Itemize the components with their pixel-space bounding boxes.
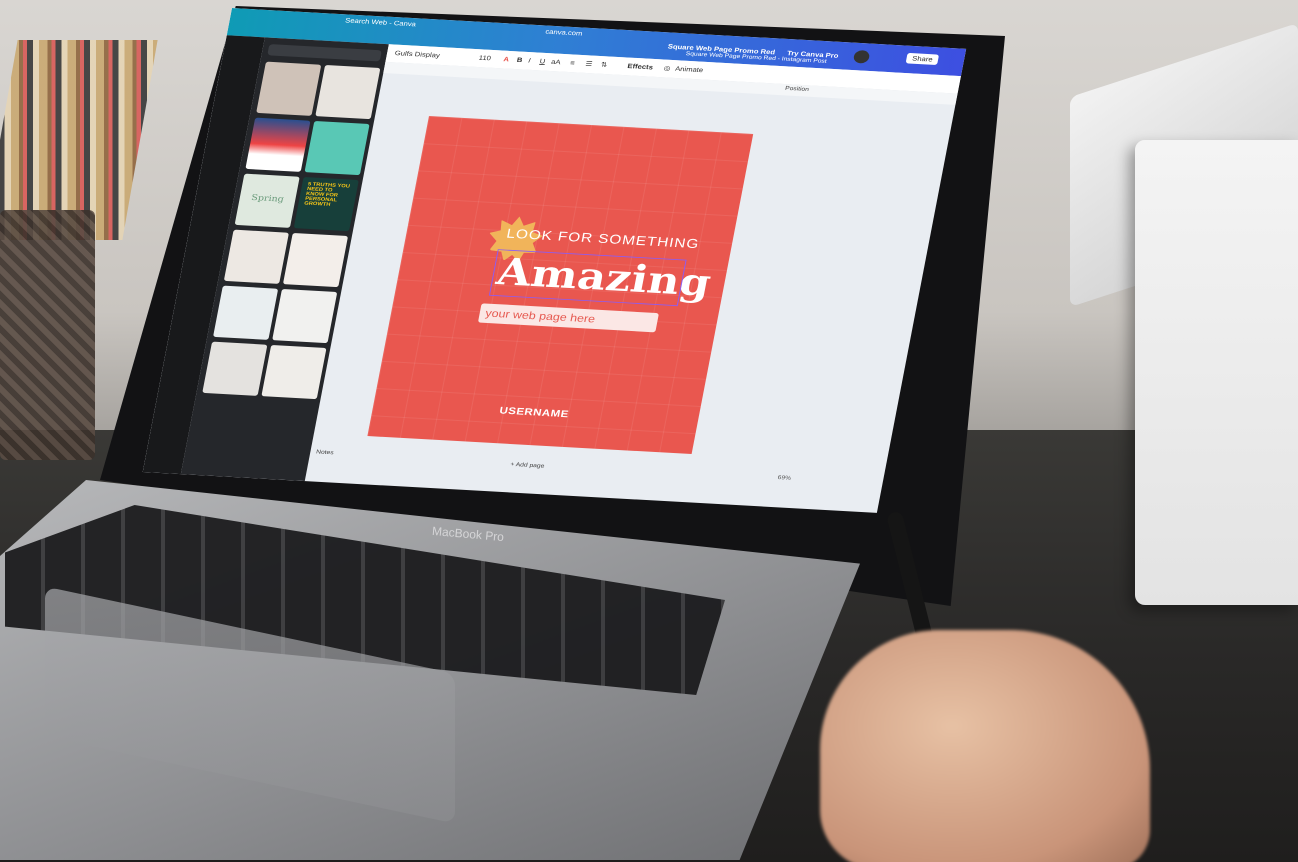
zoom-level[interactable]: 69% bbox=[777, 475, 791, 481]
username-text[interactable]: USERNAME bbox=[499, 405, 570, 420]
template-thumbnail[interactable] bbox=[261, 344, 327, 400]
list-icon[interactable]: ☰ bbox=[585, 60, 593, 68]
effects-button[interactable]: Effects bbox=[627, 62, 654, 71]
avatar[interactable] bbox=[852, 49, 871, 64]
italic-icon[interactable]: I bbox=[528, 57, 532, 64]
design-canvas[interactable]: LOOK FOR SOMETHING Amazing your web page… bbox=[367, 116, 754, 455]
template-thumbnail[interactable] bbox=[272, 288, 338, 344]
animate-button[interactable]: Animate bbox=[675, 65, 704, 74]
template-thumbnail[interactable] bbox=[202, 341, 268, 396]
align-icon[interactable]: ≡ bbox=[570, 59, 576, 66]
template-thumbnail[interactable] bbox=[256, 61, 322, 116]
template-thumbnail-truths[interactable]: 5 TRUTHS YOU NEED TO KNOW FOR PERSONAL G… bbox=[293, 176, 359, 232]
text-color-icon[interactable]: A bbox=[503, 56, 510, 64]
template-thumbnail[interactable] bbox=[245, 117, 311, 172]
spacing-icon[interactable]: ⇅ bbox=[600, 61, 608, 69]
notes-button[interactable]: Notes bbox=[316, 449, 335, 456]
web-page-field[interactable]: your web page here bbox=[477, 303, 659, 333]
white-box bbox=[1135, 140, 1298, 605]
template-thumbnail[interactable] bbox=[315, 64, 381, 120]
template-thumbnail[interactable] bbox=[282, 232, 349, 288]
template-thumbnail[interactable] bbox=[223, 229, 289, 284]
animate-icon[interactable]: ◎ bbox=[663, 64, 671, 72]
position-button[interactable]: Position bbox=[785, 86, 810, 93]
browser-url[interactable]: canva.com bbox=[545, 28, 583, 37]
laptop-screen: Search Web - Canva canva.com Square Web … bbox=[142, 8, 967, 513]
template-thumbnail-spring[interactable]: Spring bbox=[234, 173, 300, 228]
hand bbox=[820, 630, 1150, 862]
selection-box[interactable] bbox=[488, 249, 687, 307]
font-size-input[interactable]: 110 bbox=[478, 54, 492, 62]
bold-icon[interactable]: B bbox=[516, 56, 523, 64]
search-input[interactable] bbox=[267, 44, 382, 62]
font-family-dropdown[interactable]: Gulfs Display bbox=[394, 49, 440, 59]
template-thumbnail[interactable] bbox=[304, 120, 370, 176]
browser-tab-title[interactable]: Search Web - Canva bbox=[345, 17, 417, 28]
share-button[interactable]: Share bbox=[905, 52, 940, 66]
template-thumbnail[interactable] bbox=[213, 285, 279, 340]
add-page-button[interactable]: + Add page bbox=[510, 462, 545, 469]
pencil-cup bbox=[0, 210, 95, 460]
photo-scene: MacBook Pro Search Web - Canva canva.com… bbox=[0, 0, 1298, 862]
underline-icon[interactable]: U bbox=[539, 58, 546, 66]
case-icon[interactable]: aA bbox=[551, 58, 562, 66]
